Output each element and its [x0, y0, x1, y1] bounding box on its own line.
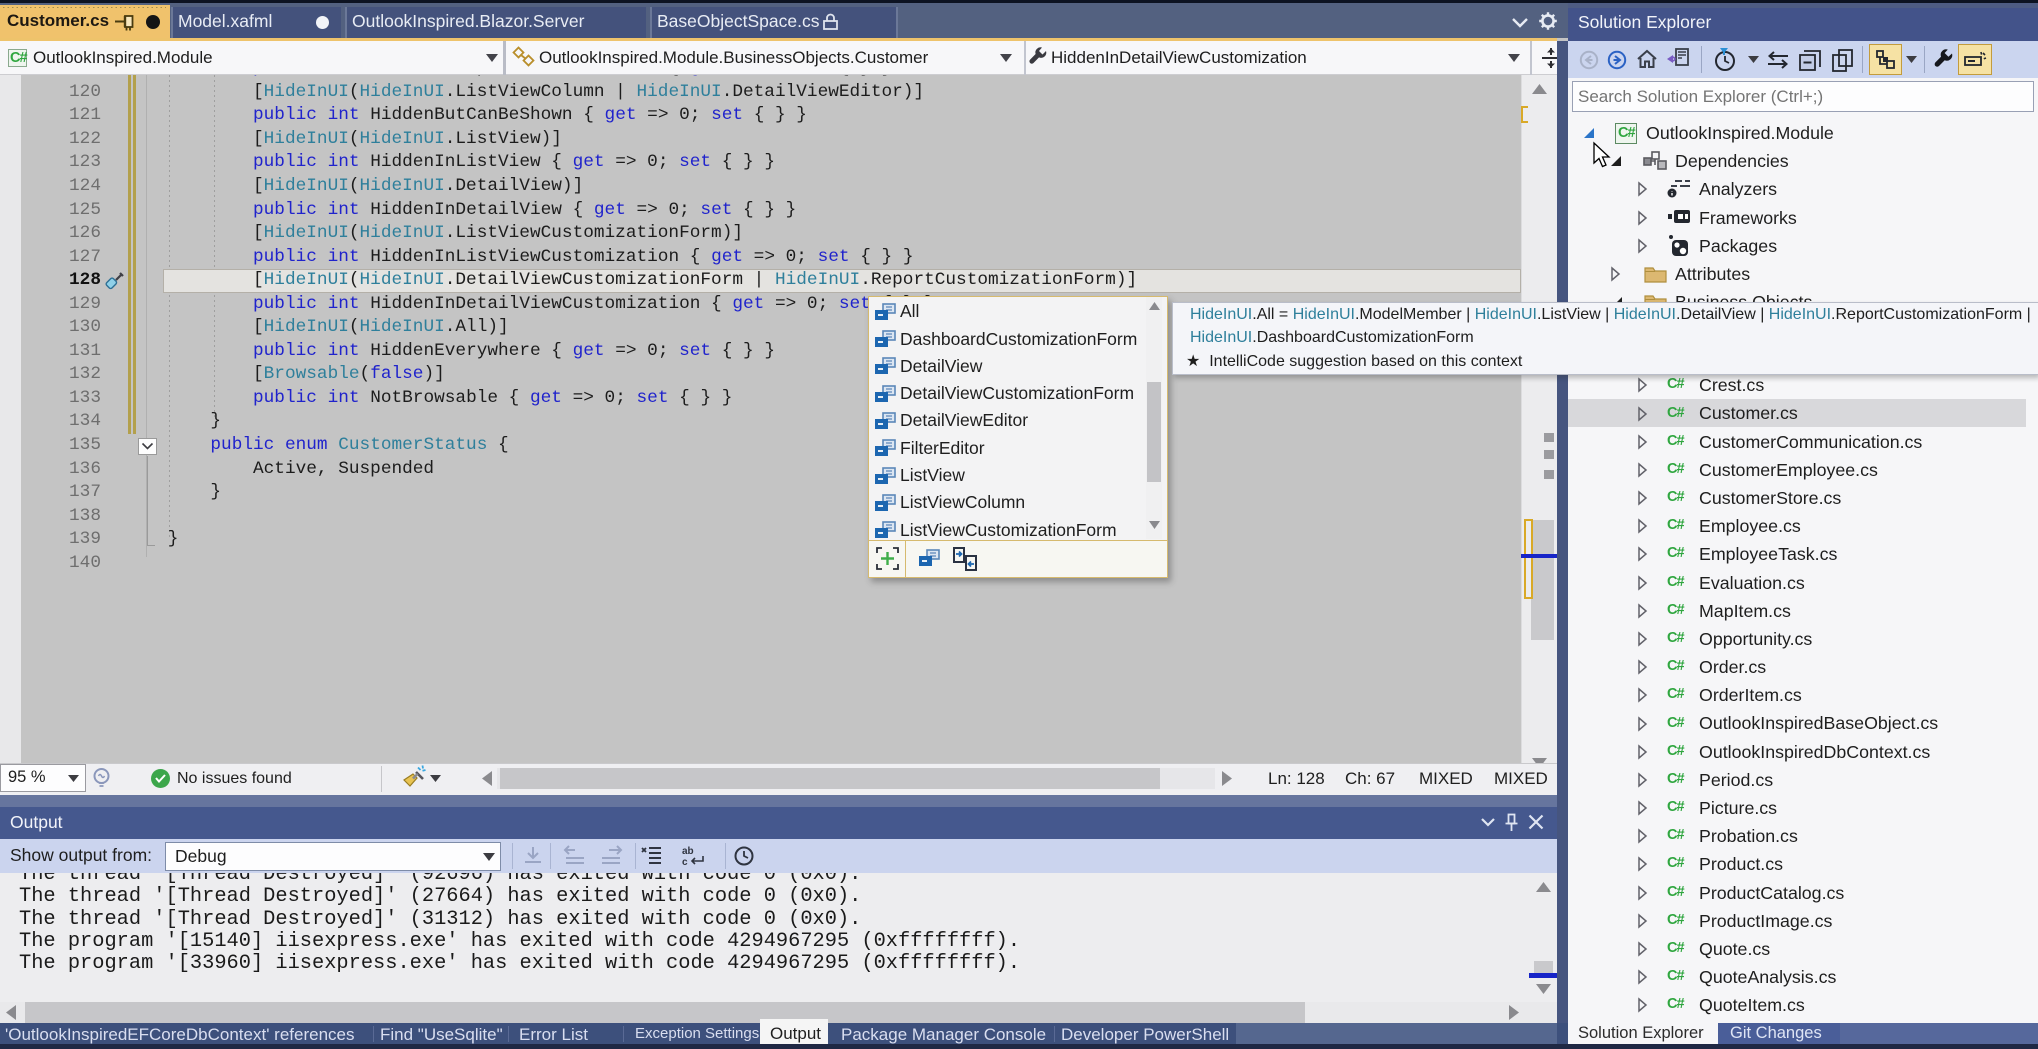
svg-text:ab: ab: [682, 846, 694, 857]
svg-text:c: c: [682, 857, 688, 868]
